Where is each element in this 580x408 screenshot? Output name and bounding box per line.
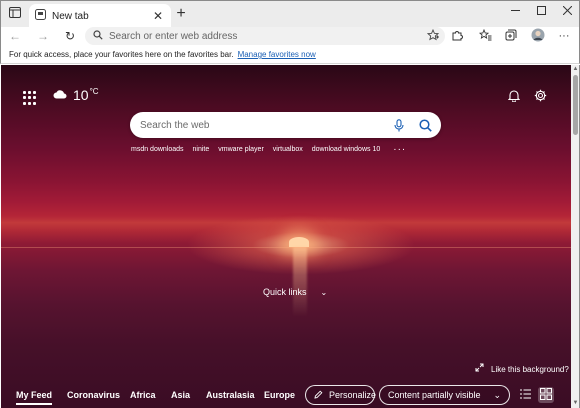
feed-tab-europe[interactable]: Europe [264,390,295,400]
settings-more-button[interactable]: ··· [555,28,573,44]
feed-tab-my-feed[interactable]: My Feed [16,390,53,405]
extensions-button[interactable] [448,28,466,44]
suggestion-link[interactable]: download windows 10 [312,146,381,153]
pencil-icon [314,390,323,401]
favorites-bar: For quick access, place your favorites h… [0,46,580,64]
feed-tab-africa[interactable]: Africa [130,390,156,400]
chevron-down-icon: ⌄ [320,287,328,297]
app-launcher-dot [23,96,26,100]
weather-unit: °C [89,86,99,96]
app-launcher-dot [28,96,31,100]
app-launcher-button[interactable] [23,91,37,105]
favorites-button[interactable] [476,28,494,44]
list-view-icon [519,388,531,402]
forward-button[interactable]: → [34,28,52,44]
collections-icon [505,29,517,44]
search-icon [93,29,103,43]
maximize-icon [536,4,546,18]
tab-close-icon[interactable]: ✕ [151,9,165,23]
scrollbar-thumb[interactable] [573,75,578,135]
feed-nav: My Feed Coronavirus Africa Asia Australa… [1,384,571,408]
tab-actions-icon [9,7,21,21]
close-window-button[interactable] [554,1,580,21]
grid-view-button[interactable] [538,387,554,403]
address-input[interactable] [109,30,427,42]
bell-icon [507,89,521,105]
back-button[interactable]: ← [6,28,24,44]
title-bar: New tab ✕ + [0,0,580,28]
suggestion-link[interactable]: msdn downloads [131,146,184,153]
suggestion-link[interactable]: ninite [193,146,210,153]
more-suggestions-button[interactable]: ··· [393,144,406,155]
web-search-box[interactable] [130,112,441,138]
profile-button[interactable] [529,28,547,44]
scroll-up-arrow-icon[interactable]: ▲ [571,65,580,74]
close-icon [562,4,572,18]
feed-tab-coronavirus[interactable]: Coronavirus [67,390,120,400]
tab-title: New tab [52,10,89,22]
gear-icon [534,89,547,105]
tab-new-tab[interactable]: New tab ✕ [29,4,171,28]
search-submit-icon[interactable] [417,117,433,133]
suggestion-link[interactable]: vmware player [218,146,264,153]
app-launcher-dot [28,101,31,105]
content-visibility-select[interactable]: Content partially visible ⌄ [379,385,510,405]
refresh-button[interactable]: ↻ [61,28,79,44]
sun-reflection [293,247,307,317]
list-view-button[interactable] [517,387,533,403]
like-background-label: Like this background? [491,364,569,374]
app-launcher-dot [33,91,36,94]
scroll-down-arrow-icon[interactable]: ▼ [571,399,580,408]
web-search-input[interactable] [140,119,381,131]
browser-toolbar: ← → ↻ ··· [0,27,580,46]
app-launcher-dot [28,91,31,94]
add-favorite-icon[interactable] [426,28,440,44]
app-launcher-dot [23,101,26,105]
horizon-line [1,247,571,248]
address-bar[interactable] [85,27,445,45]
suggestion-link[interactable]: virtualbox [273,146,303,153]
app-launcher-dot [23,91,26,94]
weather-temperature: 10 [73,87,89,103]
notifications-button[interactable] [506,89,522,105]
minimize-button[interactable] [502,1,528,21]
more-icon: ··· [558,30,570,42]
page-scrollbar[interactable]: ▲ ▼ [571,65,580,408]
quick-links-label: Quick links [263,287,307,297]
chevron-down-icon: ⌄ [493,389,501,400]
weather-widget[interactable]: 10 °C [53,87,99,103]
feed-tab-australasia[interactable]: Australasia [206,390,255,400]
app-launcher-dot [33,101,36,105]
page-settings-button[interactable] [532,89,548,105]
collections-button[interactable] [502,28,520,44]
grid-view-icon [540,387,552,403]
cloud-icon [53,88,67,102]
personalize-label: Personalize [329,390,377,400]
app-launcher-dot [33,96,36,100]
favorites-bar-message: For quick access, place your favorites h… [9,50,234,59]
quick-links-toggle[interactable]: Quick links ⌄ [263,287,327,297]
sun-image [289,237,309,247]
maximize-button[interactable] [528,1,554,21]
tab-actions-button[interactable] [5,5,25,23]
personalize-button[interactable]: Personalize [305,385,377,405]
minimize-icon [510,4,520,18]
microphone-icon[interactable] [391,117,407,133]
like-background-button[interactable]: Like this background? [475,363,569,375]
new-tab-page: 10 °C msdn downloads ninite vmware playe… [1,65,571,408]
content-visibility-value: Content partially visible [388,390,481,400]
manage-favorites-link[interactable]: Manage favorites now [238,50,316,59]
new-tab-button[interactable]: + [172,5,190,23]
puzzle-icon [451,29,463,44]
avatar [531,28,545,45]
new-tab-page-icon [35,9,46,23]
search-suggestions: msdn downloads ninite vmware player virt… [131,144,415,155]
expand-icon [475,363,484,375]
favorites-star-icon [478,28,492,44]
feed-tab-asia[interactable]: Asia [171,390,190,400]
